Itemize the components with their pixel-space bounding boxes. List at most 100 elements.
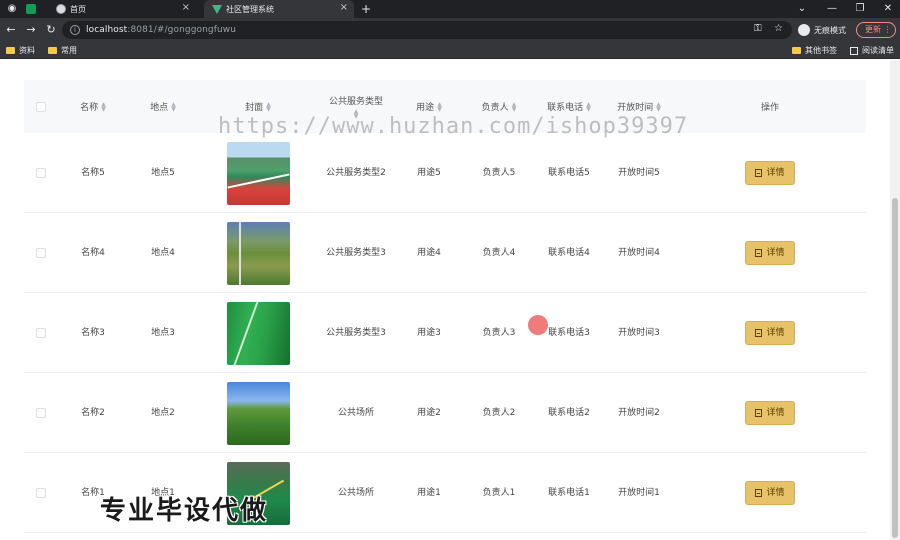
info-icon[interactable]: i <box>70 25 80 35</box>
table-row: 名称5 地点5 公共服务类型2 用途5 负责人5 联系电话5 开放时间5 详情 <box>24 133 866 213</box>
watermark-url: https://www.huzhan.com/ishop39397 <box>218 114 689 139</box>
url-text: localhost:8081/#/gonggongfuwu <box>86 25 236 35</box>
column-label: 开放时间 <box>617 103 654 113</box>
cell-service-type: 公共服务类型3 <box>326 248 386 258</box>
key-icon[interactable]: ⚿ <box>754 23 762 34</box>
cursor-highlight <box>528 315 548 335</box>
column-header-actions: 操作 <box>674 80 866 133</box>
cell-phone: 联系电话3 <box>548 328 590 338</box>
row-select-cell <box>24 133 58 213</box>
sort-icon[interactable]: ▲ ▼ <box>437 101 442 112</box>
close-icon[interactable]: × <box>340 2 348 13</box>
cover-image-lawn[interactable] <box>226 381 290 445</box>
sort-icon[interactable]: ▲ ▼ <box>266 101 271 112</box>
sort-icon[interactable]: ▲ ▼ <box>656 101 661 112</box>
cover-image-court[interactable] <box>226 141 290 205</box>
cover-image-track[interactable] <box>226 301 290 365</box>
bookmark-folder-changyong[interactable]: 常用 <box>48 44 77 57</box>
forward-icon[interactable]: → <box>24 23 38 37</box>
cover-image-field[interactable] <box>226 221 290 285</box>
cell-manager: 负责人1 <box>482 488 516 498</box>
row-checkbox[interactable] <box>36 328 46 338</box>
cell-location: 地点3 <box>151 328 175 338</box>
minimize-icon[interactable]: — <box>822 0 842 18</box>
row-checkbox[interactable] <box>36 248 46 258</box>
cell-service-type: 公共场所 <box>337 408 374 418</box>
tab-community-system[interactable]: 社区管理系统 × <box>204 0 354 18</box>
update-button[interactable]: 更新 ⋮ <box>856 22 896 38</box>
detail-button[interactable]: 详情 <box>745 401 795 425</box>
cell-actions: 详情 <box>674 453 866 533</box>
row-checkbox[interactable] <box>36 408 46 418</box>
scrollbar-thumb[interactable] <box>892 198 898 538</box>
column-label: 负责人 <box>481 103 509 113</box>
cell-actions: 详情 <box>674 133 866 213</box>
tab-search-icon[interactable]: ◉ <box>2 0 22 18</box>
restore-icon[interactable]: ❐ <box>850 0 870 18</box>
reading-list[interactable]: 阅读清单 <box>850 44 894 57</box>
tab-list-icon[interactable]: ⌄ <box>792 0 812 18</box>
incognito-profile[interactable]: 无痕模式 <box>798 22 846 38</box>
detail-button[interactable]: 详情 <box>745 241 795 265</box>
sort-icon[interactable]: ▲ ▼ <box>101 101 106 112</box>
star-icon[interactable]: ☆ <box>774 23 783 34</box>
bookmark-folder-ziliao[interactable]: 资料 <box>6 44 35 57</box>
row-checkbox[interactable] <box>36 488 46 498</box>
other-bookmarks[interactable]: 其他书签 <box>792 44 837 57</box>
browser-toolbar: ← → ↻ i localhost:8081/#/gonggongfuwu ⚿ … <box>0 18 900 42</box>
cell-actions: 详情 <box>674 373 866 453</box>
bookmark-label: 资料 <box>19 46 35 55</box>
column-label: 用途 <box>416 103 435 113</box>
detail-label: 详情 <box>766 328 785 338</box>
detail-label: 详情 <box>766 168 785 178</box>
cell-service-type: 公共服务类型2 <box>326 168 386 178</box>
cell-phone: 联系电话1 <box>548 488 590 498</box>
detail-button[interactable]: 详情 <box>745 321 795 345</box>
cell-phone: 联系电话2 <box>548 408 590 418</box>
sheet-icon <box>26 4 36 14</box>
sort-icon[interactable]: ▲ ▼ <box>512 101 517 112</box>
reading-list-label: 阅读清单 <box>862 46 894 55</box>
detail-button[interactable]: 详情 <box>745 481 795 505</box>
tab-title: 社区管理系统 <box>226 4 274 14</box>
window-close-icon[interactable]: ✕ <box>878 0 898 18</box>
cell-service-type: 公共服务类型3 <box>326 328 386 338</box>
column-label: 联系电话 <box>547 103 584 113</box>
cell-hours: 开放时间1 <box>618 488 660 498</box>
cell-location: 地点5 <box>151 168 175 178</box>
cell-service-type: 公共场所 <box>337 488 374 498</box>
row-checkbox[interactable] <box>36 168 46 178</box>
tab-sheet[interactable] <box>26 0 50 18</box>
address-bar[interactable]: i localhost:8081/#/gonggongfuwu <box>62 21 792 39</box>
cell-purpose: 用途4 <box>417 248 441 258</box>
cell-manager: 负责人2 <box>482 408 516 418</box>
globe-icon <box>56 4 66 14</box>
tab-title: 首页 <box>70 4 86 14</box>
bookmarks-bar: 资料 常用 其他书签 阅读清单 <box>0 42 900 59</box>
document-icon <box>755 489 763 497</box>
detail-button[interactable]: 详情 <box>745 161 795 185</box>
column-header-location[interactable]: 地点 ▲ ▼ <box>128 80 198 133</box>
cell-manager: 负责人4 <box>482 248 516 258</box>
back-icon[interactable]: ← <box>4 23 18 37</box>
new-tab-button[interactable]: + <box>356 0 376 18</box>
close-icon[interactable]: × <box>182 2 190 13</box>
table-row: 名称3 地点3 公共服务类型3 用途3 负责人3 联系电话3 开放时间3 详情 <box>24 293 866 373</box>
public-service-table: 名称 ▲ ▼ 地点 ▲ ▼ 封面 ▲ ▼ 公共服务类型 ▲ ▼ 用途 ▲ ▼ 负责人 ▲ ▼ 联系电话 ▲… <box>24 80 866 540</box>
column-label: 公共服务类型 <box>328 97 383 107</box>
url-host: localhost <box>86 25 128 35</box>
folder-icon <box>792 47 801 54</box>
cell-hours: 开放时间4 <box>618 248 660 258</box>
reload-icon[interactable]: ↻ <box>44 23 58 37</box>
cell-location: 地点2 <box>151 408 175 418</box>
cell-cover <box>198 213 318 293</box>
select-all-checkbox[interactable] <box>36 101 46 112</box>
column-label: 名称 <box>80 103 99 113</box>
page-scrollbar[interactable] <box>890 60 900 540</box>
column-header-name[interactable]: 名称 ▲ ▼ <box>58 80 128 133</box>
sort-icon[interactable]: ▲ ▼ <box>171 101 176 112</box>
tab-home[interactable]: 首页 × <box>56 0 196 18</box>
cell-hours: 开放时间2 <box>618 408 660 418</box>
sort-icon[interactable]: ▲ ▼ <box>586 101 591 112</box>
folder-icon <box>48 47 57 54</box>
